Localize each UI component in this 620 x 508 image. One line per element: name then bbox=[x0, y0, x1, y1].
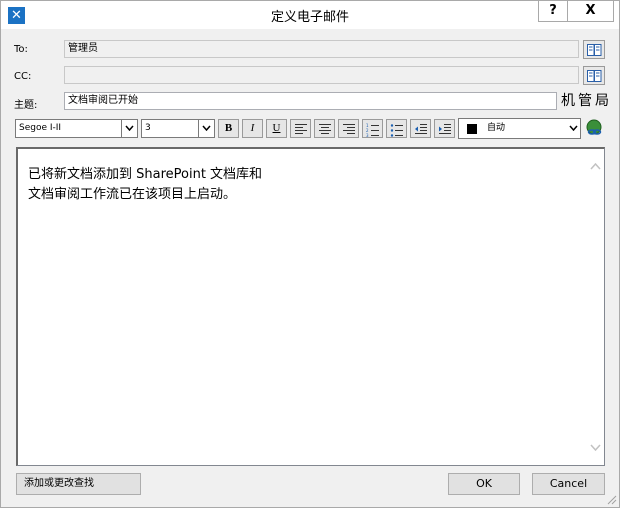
subject-side-text: 机管局 bbox=[561, 93, 612, 109]
subject-input[interactable]: 文档审阅已开始 bbox=[64, 92, 557, 110]
help-button[interactable]: ? bbox=[538, 1, 568, 22]
chevron-down-icon bbox=[125, 125, 134, 131]
to-field[interactable]: 管理员 bbox=[64, 40, 579, 58]
message-body-line: 已将新文档添加到 SharePoint 文档库和 bbox=[28, 167, 263, 182]
address-book-icon bbox=[587, 70, 602, 82]
align-center-icon bbox=[319, 124, 331, 134]
define-email-dialog: ✕ 定义电子邮件 ? X To: 管理员 CC: 主题: 文档审阅已开始 机管局… bbox=[0, 0, 620, 508]
subject-label: 主题: bbox=[14, 100, 38, 111]
insert-link-button[interactable] bbox=[584, 119, 606, 138]
font-color-select[interactable]: 自动 bbox=[458, 118, 581, 139]
add-or-change-lookup-button[interactable]: 添加或更改查找 bbox=[16, 473, 141, 495]
color-swatch bbox=[467, 124, 477, 134]
underline-button[interactable]: U bbox=[266, 119, 287, 138]
font-color-value: 自动 bbox=[487, 123, 506, 133]
align-right-icon bbox=[343, 124, 355, 134]
message-body-line: 文档审阅工作流已在该项目上启动。 bbox=[28, 187, 237, 202]
title-bar: ✕ 定义电子邮件 ? X bbox=[1, 1, 619, 29]
font-name-select[interactable]: Segoe I-II bbox=[15, 119, 138, 138]
dialog-title: 定义电子邮件 bbox=[270, 10, 349, 25]
outdent-icon bbox=[415, 124, 427, 134]
scroll-up-icon[interactable] bbox=[590, 163, 601, 170]
cc-address-book-button[interactable] bbox=[583, 66, 605, 85]
scroll-down-icon[interactable] bbox=[590, 444, 601, 451]
numbered-list-button[interactable]: 1 2 3 bbox=[362, 119, 383, 138]
cc-label: CC: bbox=[14, 71, 32, 82]
decrease-indent-button[interactable] bbox=[410, 119, 431, 138]
align-left-button[interactable] bbox=[290, 119, 311, 138]
message-body-editor[interactable]: 已将新文档添加到 SharePoint 文档库和 文档审阅工作流已在该项目上启动… bbox=[16, 147, 605, 466]
align-right-button[interactable] bbox=[338, 119, 359, 138]
svg-text:3: 3 bbox=[366, 133, 369, 137]
address-book-icon bbox=[587, 44, 602, 56]
ok-button[interactable]: OK bbox=[448, 473, 520, 495]
font-size-select[interactable]: 3 bbox=[141, 119, 215, 138]
cancel-button[interactable]: Cancel bbox=[532, 473, 605, 495]
resize-grip-icon[interactable] bbox=[605, 493, 617, 505]
chevron-down-icon bbox=[569, 125, 578, 131]
align-left-icon bbox=[295, 124, 307, 134]
increase-indent-button[interactable] bbox=[434, 119, 455, 138]
close-button[interactable]: X bbox=[567, 1, 614, 22]
bold-button[interactable]: B bbox=[218, 119, 239, 138]
link-icon bbox=[586, 119, 602, 135]
bullet-list-button[interactable] bbox=[386, 119, 407, 138]
vertical-scrollbar[interactable] bbox=[587, 149, 604, 465]
bullet-list-icon bbox=[390, 124, 403, 137]
italic-button[interactable]: I bbox=[242, 119, 263, 138]
indent-icon bbox=[439, 124, 451, 134]
message-body-text: 已将新文档添加到 SharePoint 文档库和 文档审阅工作流已在该项目上启动… bbox=[28, 165, 262, 205]
to-label: To: bbox=[14, 44, 28, 55]
font-size-value: 3 bbox=[145, 123, 151, 133]
cc-field[interactable] bbox=[64, 66, 579, 84]
font-name-value: Segoe I-II bbox=[19, 123, 62, 133]
numbered-list-icon: 1 2 3 bbox=[366, 123, 379, 137]
align-center-button[interactable] bbox=[314, 119, 335, 138]
chevron-down-icon bbox=[202, 125, 211, 131]
to-address-book-button[interactable] bbox=[583, 40, 605, 59]
